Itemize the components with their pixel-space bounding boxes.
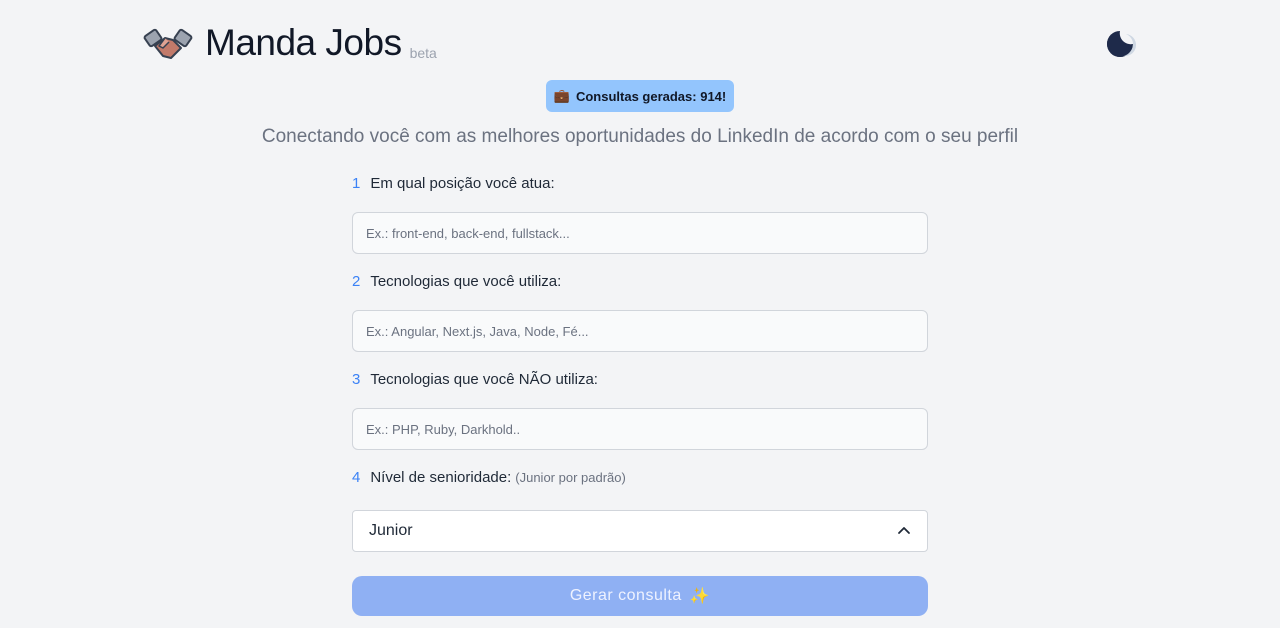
question-4-hint: (Junior por padrão): [515, 470, 626, 485]
question-1-label: 1 Em qual posição você atua:: [352, 175, 555, 192]
position-field: [352, 212, 928, 254]
generate-query-button[interactable]: Gerar consulta ✨: [352, 576, 928, 616]
tagline: Conectando você com as melhores oportuni…: [261, 126, 1019, 147]
moon-icon[interactable]: [1104, 28, 1136, 60]
question-2-label: 2 Tecnologias que você utiliza:: [352, 273, 561, 290]
page: Manda Jobs beta 💼 Consultas geradas: 914…: [0, 0, 1280, 628]
technologies-field: [352, 310, 928, 352]
app-title: Manda Jobs: [205, 22, 402, 63]
seniority-selected-value: Junior: [369, 522, 413, 539]
excluded-technologies-input[interactable]: [364, 420, 916, 438]
sparkles-icon: ✨: [689, 588, 711, 605]
queries-count-text: Consultas geradas: 914!: [575, 88, 727, 104]
question-2-number: 2: [352, 273, 361, 290]
question-3-label: 3 Tecnologias que você NÃO utiliza:: [352, 371, 598, 388]
position-input[interactable]: [364, 224, 916, 242]
technologies-input[interactable]: [364, 322, 916, 340]
question-2-text: Tecnologias que você utiliza:: [370, 273, 562, 290]
chevron-up-icon: [898, 527, 910, 534]
question-3-number: 3: [352, 371, 361, 388]
handshake-icon: [143, 28, 193, 59]
beta-label: beta: [409, 45, 437, 61]
question-1-number: 1: [352, 175, 361, 192]
generate-query-label: Gerar consulta: [569, 587, 682, 604]
question-4-text: Nível de senioridade:: [370, 469, 512, 486]
question-4-number: 4: [352, 469, 361, 486]
briefcase-icon: 💼: [553, 88, 570, 103]
queries-count-badge: 💼 Consultas geradas: 914!: [546, 80, 734, 112]
question-1-text: Em qual posição você atua:: [370, 175, 555, 192]
question-4-label: 4 Nível de senioridade: (Junior por padr…: [352, 469, 626, 486]
question-3-text: Tecnologias que você NÃO utiliza:: [370, 371, 598, 388]
excluded-technologies-field: [352, 408, 928, 450]
logo[interactable]: Manda Jobs beta: [143, 20, 437, 66]
seniority-select[interactable]: Junior: [352, 510, 928, 552]
